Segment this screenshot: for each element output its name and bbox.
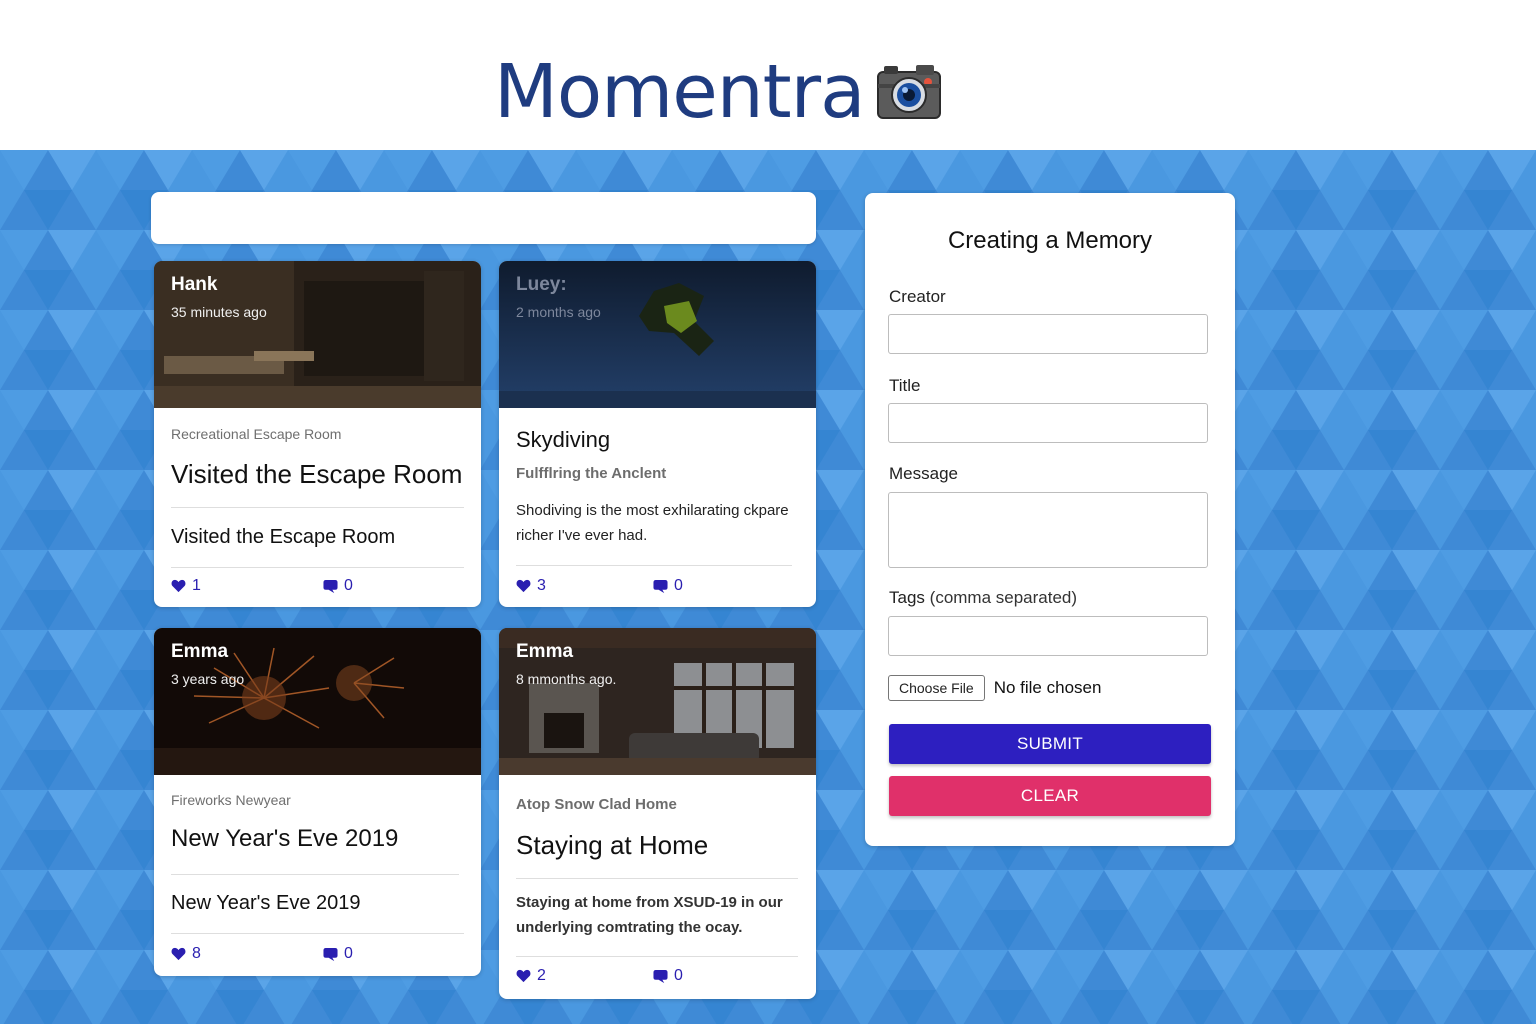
comment-button[interactable]: 0	[653, 967, 683, 985]
memory-form: Creating a Memory Creator Title Message …	[865, 193, 1235, 846]
card-time: 35 minutes ago	[171, 304, 267, 320]
comment-button[interactable]: 0	[323, 577, 353, 595]
card-tags: Fireworks Newyear	[171, 792, 291, 808]
heart-icon	[171, 947, 186, 961]
brand: Momentra	[494, 42, 942, 142]
app-title: Momentra	[494, 49, 865, 135]
comment-icon	[653, 579, 668, 593]
main-area: Hank 35 minutes ago Recreational Escape …	[0, 150, 1536, 1024]
card-message: New Year's Eve 2019	[171, 892, 361, 914]
submit-button[interactable]: SUBMIT	[889, 724, 1211, 764]
app-header: Momentra	[0, 0, 1536, 151]
like-button[interactable]: 2	[516, 967, 653, 985]
like-count: 3	[537, 577, 546, 594]
card-time: 3 years ago	[171, 671, 245, 687]
card-title: Staying at Home	[516, 830, 709, 860]
message-label: Message	[889, 464, 958, 483]
file-picker: Choose File No file chosen	[888, 675, 1101, 701]
like-button[interactable]: 8	[171, 945, 323, 963]
file-status: No file chosen	[993, 678, 1102, 697]
card-title: Fulfflring the Anclent	[516, 465, 667, 482]
card-image: Luey: 2 months ago	[499, 261, 816, 408]
message-field[interactable]	[888, 492, 1208, 568]
memory-card[interactable]: Emma 3 years ago Fireworks Newyear New Y…	[154, 628, 481, 976]
tags-field[interactable]	[888, 616, 1208, 656]
card-message: Visited the Escape Room	[171, 526, 396, 548]
heart-icon	[516, 969, 531, 983]
memory-card[interactable]: Emma 8 mmonths ago. Atop Snow Clad Home …	[499, 628, 816, 999]
tags-hint: (comma separated)	[929, 588, 1078, 607]
comment-count: 0	[344, 577, 353, 594]
heart-icon	[516, 579, 531, 593]
comment-count: 0	[674, 577, 683, 594]
card-divider	[516, 565, 792, 566]
card-image: Emma 3 years ago	[154, 628, 481, 775]
card-time: 2 months ago	[516, 304, 601, 320]
like-button[interactable]: 3	[516, 577, 653, 595]
comment-icon	[653, 969, 668, 983]
like-button[interactable]: 1	[171, 577, 323, 595]
card-tags: Atop Snow Clad Home	[516, 796, 677, 813]
comment-icon	[323, 947, 338, 961]
choose-file-button[interactable]: Choose File	[888, 675, 985, 701]
card-message: Staying at home from XSUD-19 in our unde…	[516, 894, 783, 936]
tags-label-group: Tags (comma separated)	[889, 588, 1077, 608]
card-title: New Year's Eve 2019	[171, 825, 399, 852]
card-divider	[171, 874, 459, 875]
card-image: Hank 35 minutes ago	[154, 261, 481, 408]
comment-count: 0	[344, 945, 353, 962]
card-title: Visited the Escape Room	[171, 459, 463, 489]
search-box[interactable]	[151, 192, 816, 244]
card-actions: 8 0	[171, 945, 353, 963]
heart-icon	[171, 579, 186, 593]
creator-field[interactable]	[888, 314, 1208, 354]
card-actions: 3 0	[516, 577, 683, 595]
clear-button[interactable]: CLEAR	[889, 776, 1211, 816]
card-tags: Recreational Escape Room	[171, 426, 342, 442]
like-count: 1	[192, 577, 201, 594]
camera-icon	[876, 62, 942, 122]
like-count: 8	[192, 945, 201, 962]
memory-card[interactable]: Luey: 2 months ago Skydiving Fulfflring …	[499, 261, 816, 607]
comment-button[interactable]: 0	[653, 577, 683, 595]
card-tags: Skydiving	[516, 427, 611, 452]
title-field[interactable]	[888, 403, 1208, 443]
card-divider	[171, 933, 464, 934]
card-creator: Hank	[171, 274, 218, 295]
card-message: Shodiving is the most exhilarating ckpar…	[516, 502, 789, 544]
card-actions: 1 0	[171, 577, 353, 595]
card-creator: Emma	[171, 641, 229, 662]
comment-count: 0	[674, 967, 683, 984]
card-divider	[171, 507, 464, 508]
card-time: 8 mmonths ago.	[516, 671, 617, 687]
form-heading: Creating a Memory	[947, 227, 1153, 254]
card-divider	[171, 567, 464, 568]
card-image: Emma 8 mmonths ago.	[499, 628, 816, 775]
card-creator: Emma	[516, 641, 574, 662]
card-actions: 2 0	[516, 967, 683, 985]
tags-label: Tags	[889, 588, 925, 607]
memory-card[interactable]: Hank 35 minutes ago Recreational Escape …	[154, 261, 481, 607]
title-label: Title	[889, 376, 921, 395]
like-count: 2	[537, 967, 546, 984]
comment-icon	[323, 579, 338, 593]
card-divider	[516, 956, 798, 957]
comment-button[interactable]: 0	[323, 945, 353, 963]
card-divider	[516, 878, 798, 879]
card-creator: Luey:	[516, 274, 567, 295]
creator-label: Creator	[889, 287, 946, 306]
